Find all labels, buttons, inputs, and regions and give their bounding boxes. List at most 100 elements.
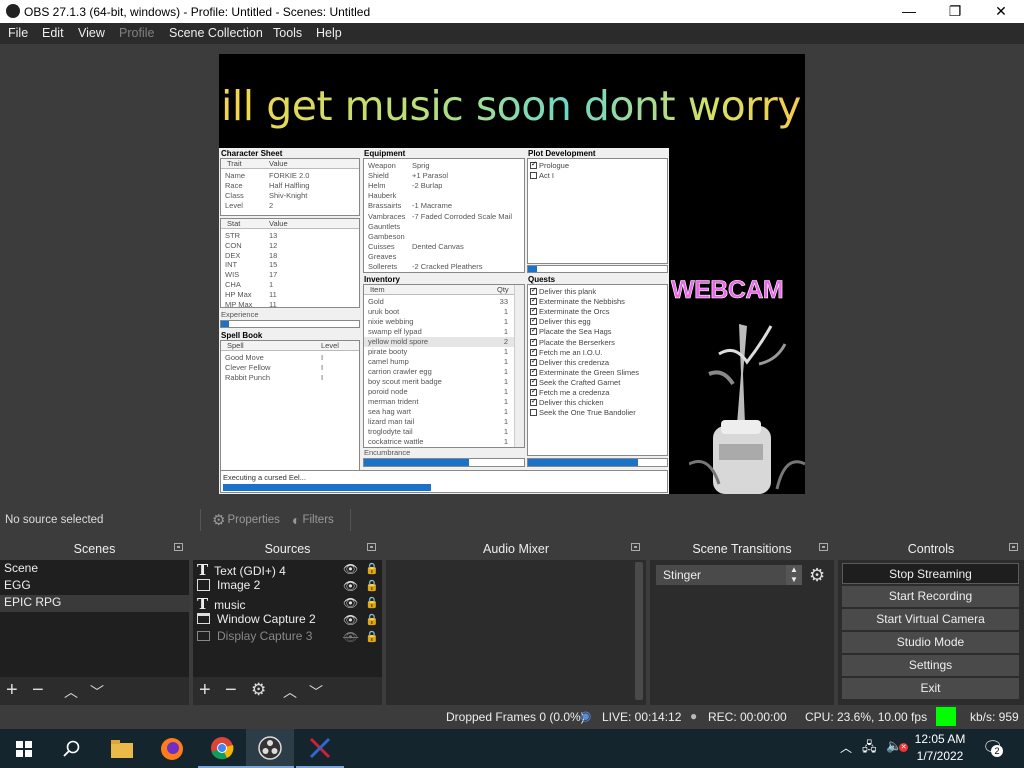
checkbox-icon[interactable] (530, 357, 537, 366)
plot-item[interactable]: Prologue (530, 160, 569, 170)
source-item-hidden[interactable]: Display Capture 3 (197, 629, 312, 643)
inventory-scrollbar[interactable] (514, 285, 524, 447)
start-recording-button[interactable]: Start Recording (842, 586, 1019, 607)
float-icon[interactable] (174, 543, 183, 551)
quest-item[interactable]: Deliver this plank (530, 286, 596, 296)
inventory-row[interactable]: Gold 33 (364, 297, 514, 307)
source-item[interactable]: Tmusic (197, 595, 246, 613)
checkbox-icon[interactable] (530, 367, 537, 376)
quest-item[interactable]: Fetch me a credenza (530, 387, 609, 397)
visibility-eye-icon[interactable]: 👁 (343, 613, 358, 627)
notifications-icon[interactable]: 🗨2 (982, 738, 1004, 758)
audio-mixer-scrollbar[interactable] (635, 562, 643, 700)
close-button[interactable]: ✕ (978, 0, 1024, 23)
windows-start-button[interactable] (0, 729, 48, 768)
checkbox-icon[interactable] (530, 409, 537, 417)
quest-item[interactable]: Exterminate the Green Slimes (530, 367, 639, 377)
visibility-eye-off-icon[interactable]: 👁 (343, 630, 358, 644)
network-icon[interactable]: 🖧 (862, 738, 877, 760)
menu-edit[interactable]: Edit (42, 26, 64, 40)
float-icon[interactable] (819, 543, 828, 551)
source-properties-gear-icon[interactable]: ⚙ (251, 680, 266, 700)
lock-icon[interactable]: 🔒 (365, 562, 379, 575)
checkbox-icon[interactable] (530, 286, 537, 295)
inventory-row[interactable]: swamp elf lypad 1 (364, 327, 514, 337)
quest-item[interactable]: Deliver this credenza (530, 357, 609, 367)
lock-icon[interactable]: 🔒 (365, 596, 379, 609)
checkbox-icon[interactable] (530, 347, 537, 356)
quest-item[interactable]: Deliver this egg (530, 316, 591, 326)
checkbox-icon[interactable] (530, 316, 537, 326)
checkbox-icon[interactable] (530, 172, 537, 179)
taskbar-firefox[interactable] (148, 729, 196, 768)
transition-settings-gear-icon[interactable]: ⚙ (809, 565, 825, 586)
stop-streaming-button[interactable]: Stop Streaming (842, 563, 1019, 584)
quest-item[interactable]: Exterminate the Orcs (530, 306, 609, 316)
inventory-row[interactable]: lizard man tail 1 (364, 417, 514, 427)
checkbox-icon[interactable] (530, 387, 537, 396)
taskbar-chrome[interactable] (198, 729, 246, 768)
quest-item[interactable]: Seek the One True Bandolier (530, 408, 636, 417)
quest-item[interactable]: Exterminate the Nebbishs (530, 296, 625, 306)
inventory-row[interactable]: troglodyte tail 1 (364, 427, 514, 437)
lock-icon[interactable]: 🔒 (365, 579, 379, 592)
remove-source-button[interactable]: − (225, 680, 237, 700)
menu-view[interactable]: View (78, 26, 105, 40)
float-icon[interactable] (631, 543, 640, 551)
checkbox-icon[interactable] (530, 377, 537, 386)
checkbox-icon[interactable] (530, 326, 537, 336)
plot-item[interactable]: Act I (530, 171, 554, 180)
move-up-icon[interactable]: ︿ (64, 682, 78, 702)
search-button[interactable] (48, 729, 96, 768)
visibility-eye-icon[interactable]: 👁 (343, 579, 358, 593)
checkbox-icon[interactable] (530, 296, 537, 306)
start-virtual-camera-button[interactable]: Start Virtual Camera (842, 609, 1019, 630)
properties-button[interactable]: ⚙ Properties (208, 509, 284, 531)
remove-scene-button[interactable]: − (32, 680, 44, 700)
inventory-row[interactable]: yellow mold spore 2 (364, 337, 514, 347)
inventory-row[interactable]: carrion crawler egg 1 (364, 367, 514, 377)
checkbox-icon[interactable] (530, 160, 537, 169)
inventory-row[interactable]: pirate booty 1 (364, 347, 514, 357)
transition-select[interactable]: Stinger ▲ ▼ (656, 565, 802, 585)
lock-icon[interactable]: 🔒 (365, 613, 379, 626)
visibility-eye-icon[interactable]: 👁 (343, 596, 358, 610)
scene-item-selected[interactable]: EPIC RPG (0, 595, 189, 612)
filters-button[interactable]: ◐ Filters (288, 509, 338, 531)
checkbox-icon[interactable] (530, 337, 537, 346)
program-preview[interactable]: ill get music soon dont worry Character … (219, 54, 805, 494)
minimize-button[interactable]: — (886, 0, 932, 23)
float-icon[interactable] (367, 543, 376, 551)
clock-time[interactable]: 12:05 AM (912, 732, 968, 746)
menu-file[interactable]: File (8, 26, 28, 40)
inventory-row[interactable]: poroid node 1 (364, 387, 514, 397)
visibility-eye-icon[interactable]: 👁 (343, 562, 358, 576)
add-source-button[interactable]: + (199, 680, 211, 700)
maximize-button[interactable]: ❐ (932, 0, 978, 23)
quest-item[interactable]: Fetch me an I.O.U. (530, 347, 602, 357)
inventory-row[interactable]: sea hag wart 1 (364, 407, 514, 417)
source-item[interactable]: Image 2 (197, 578, 260, 592)
inventory-row[interactable]: uruk boot 1 (364, 307, 514, 317)
inventory-row[interactable]: nixie webbing 1 (364, 317, 514, 327)
checkbox-icon[interactable] (530, 397, 537, 407)
quest-item[interactable]: Placate the Berserkers (530, 337, 615, 347)
studio-mode-button[interactable]: Studio Mode (842, 632, 1019, 653)
taskbar-file-explorer[interactable] (98, 729, 146, 768)
taskbar-obs[interactable] (246, 729, 294, 768)
source-item[interactable]: Window Capture 2 (197, 612, 316, 626)
clock-date[interactable]: 1/7/2022 (912, 749, 968, 763)
quest-item[interactable]: Seek the Crafted Garnet (530, 377, 620, 387)
inventory-row[interactable]: merman trident 1 (364, 397, 514, 407)
inventory-row[interactable]: boy scout merit badge 1 (364, 377, 514, 387)
scene-item[interactable]: EGG (0, 578, 189, 592)
checkbox-icon[interactable] (530, 306, 537, 316)
float-icon[interactable] (1009, 543, 1018, 551)
move-up-icon[interactable]: ︿ (283, 682, 297, 702)
inventory-row[interactable]: camel hump 1 (364, 357, 514, 367)
source-item[interactable]: T Text (GDI+) 4 (197, 561, 286, 579)
exit-button[interactable]: Exit (842, 678, 1019, 699)
tray-chevron-up-icon[interactable]: ︿ (840, 739, 852, 756)
inventory-row[interactable]: cockatrice wattle 1 (364, 437, 514, 447)
settings-button[interactable]: Settings (842, 655, 1019, 676)
